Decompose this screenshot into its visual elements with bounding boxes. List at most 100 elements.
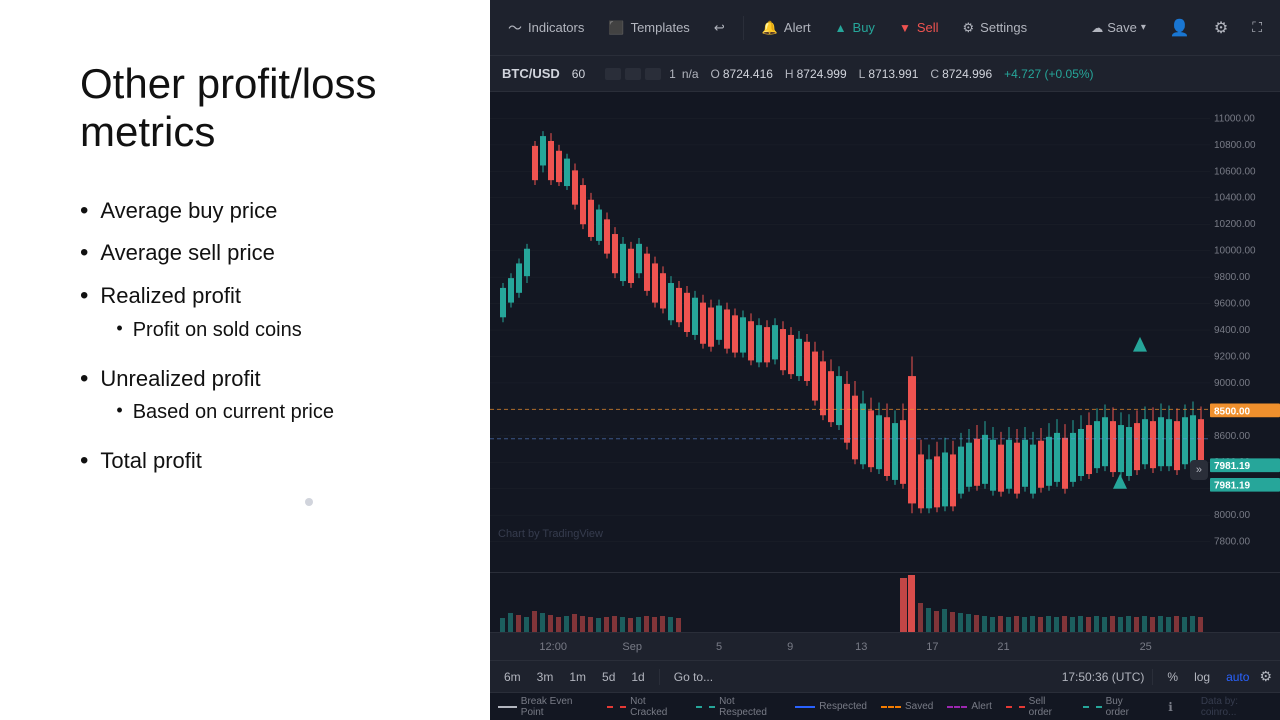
- symbol-bar: BTC/USD 60 1 n/a O 8724.416 H 8724.999 L…: [490, 56, 1280, 92]
- symbol-name[interactable]: BTC/USD: [502, 66, 560, 81]
- sell-button[interactable]: ▼ Sell: [889, 14, 949, 41]
- info-icon[interactable]: ℹ: [1168, 700, 1173, 714]
- legend-respected: Respected: [795, 701, 867, 712]
- svg-text:10600.00: 10600.00: [1214, 166, 1256, 177]
- buy-button[interactable]: ▲ Buy: [825, 14, 885, 41]
- undo-button[interactable]: ↩: [704, 14, 735, 42]
- svg-text:9200.00: 9200.00: [1214, 352, 1251, 363]
- chart-area[interactable]: 11000.00 10800.00 10600.00 10400.00 1020…: [490, 92, 1280, 572]
- candle-ctrl-2[interactable]: [625, 68, 641, 80]
- alert-button[interactable]: 🔔 Alert: [752, 14, 821, 42]
- toolbar: 〜 Indicators ⬛ Templates ↩ 🔔 Alert ▲ Buy…: [490, 0, 1280, 56]
- left-panel: Other profit/lossmetrics Average buy pri…: [0, 0, 490, 720]
- bottom-sep-2: [1152, 669, 1153, 685]
- legend-saved: Saved: [881, 701, 933, 712]
- timeframe-5d[interactable]: 5d: [596, 668, 621, 686]
- right-panel: 〜 Indicators ⬛ Templates ↩ 🔔 Alert ▲ Buy…: [490, 0, 1280, 720]
- alert-label: Alert: [784, 20, 811, 35]
- time-label-1200: 12:00: [539, 641, 567, 653]
- sub-list-label: Based on current price: [133, 399, 334, 425]
- list-item-realized: Realized profit Profit on sold coins: [80, 282, 440, 351]
- timeframe-1m[interactable]: 1m: [563, 668, 592, 686]
- settings-button[interactable]: ⚙ Settings: [953, 14, 1038, 42]
- candle-ctrl-3[interactable]: [645, 68, 661, 80]
- svg-text:10000.00: 10000.00: [1214, 246, 1256, 257]
- high-label: H: [785, 67, 794, 81]
- legend-dash-1: [498, 706, 517, 708]
- svg-text:9600.00: 9600.00: [1214, 299, 1251, 310]
- svg-text:11000.00: 11000.00: [1214, 113, 1255, 124]
- low-label: L: [859, 67, 866, 81]
- open-value: 8724.416: [723, 67, 773, 81]
- bars-value: n/a: [682, 67, 699, 81]
- legend-dash-4: [795, 706, 815, 708]
- list-item-total-profit: Total profit: [80, 447, 440, 476]
- log-button[interactable]: log: [1188, 668, 1216, 686]
- pct-button[interactable]: %: [1161, 668, 1184, 686]
- list-item-label: Realized profit: [100, 283, 241, 308]
- gear-button[interactable]: ⚙: [1204, 12, 1238, 44]
- legend-label-5: Saved: [905, 701, 933, 712]
- close-value: 8724.996: [942, 67, 992, 81]
- timeframe-1d[interactable]: 1d: [625, 668, 650, 686]
- templates-button[interactable]: ⬛ Templates: [598, 14, 699, 42]
- timestamp: 17:50:36 (UTC): [1062, 670, 1145, 684]
- timeframe-6m[interactable]: 6m: [498, 668, 527, 686]
- svg-text:9400.00: 9400.00: [1214, 325, 1251, 336]
- list-item-avg-sell: Average sell price: [80, 239, 440, 268]
- list-item-label: Unrealized profit: [100, 366, 260, 391]
- time-label-9: 9: [787, 641, 793, 653]
- expand-button[interactable]: »: [1190, 460, 1208, 480]
- candle-ctrl-1[interactable]: [605, 68, 621, 80]
- sell-label: Sell: [917, 20, 939, 35]
- settings-gear[interactable]: ⚙: [1259, 668, 1272, 685]
- close-label: C: [930, 67, 939, 81]
- alert-icon: 🔔: [762, 20, 778, 36]
- time-axis: 12:00 Sep 5 9 13 17 21 25: [490, 632, 1280, 660]
- candle-controls: 1 n/a: [605, 67, 698, 81]
- data-by: Data by: coinro...: [1201, 696, 1272, 718]
- fullscreen-button[interactable]: ⛶: [1242, 13, 1272, 42]
- bottom-separator: [659, 669, 660, 685]
- legend-dash-6: [947, 706, 967, 708]
- svg-text:10200.00: 10200.00: [1214, 219, 1256, 230]
- toolbar-divider: [743, 16, 744, 40]
- time-label-21: 21: [997, 641, 1009, 653]
- legend-not-cracked: Not Cracked: [607, 696, 682, 718]
- list-item-unrealized: Unrealized profit Based on current price: [80, 365, 440, 434]
- legend-dash-2: [607, 706, 626, 708]
- low-price: L 8713.991: [859, 67, 919, 81]
- legend-alert: Alert: [947, 701, 992, 712]
- sell-icon: ▼: [899, 21, 911, 35]
- account-button[interactable]: 👤: [1160, 12, 1200, 44]
- open-price: O 8724.416: [711, 67, 773, 81]
- low-value: 8713.991: [868, 67, 918, 81]
- high-price: H 8724.999: [785, 67, 847, 81]
- page-title: Other profit/lossmetrics: [80, 60, 440, 157]
- auto-button[interactable]: auto: [1220, 668, 1255, 686]
- save-icon: ☁: [1091, 21, 1103, 35]
- sub-list-item-sold-coins: Profit on sold coins: [116, 317, 301, 343]
- account-icon: 👤: [1170, 18, 1190, 38]
- list-item-label: Average sell price: [100, 239, 274, 268]
- buy-icon: ▲: [835, 21, 847, 35]
- buy-label: Buy: [853, 20, 875, 35]
- save-button[interactable]: ☁ Save ▾: [1081, 14, 1156, 41]
- templates-label: Templates: [631, 20, 690, 35]
- svg-text:10400.00: 10400.00: [1214, 193, 1256, 204]
- timeframe-3m[interactable]: 3m: [531, 668, 560, 686]
- svg-text:9800.00: 9800.00: [1214, 272, 1251, 283]
- indicators-button[interactable]: 〜 Indicators: [498, 12, 594, 44]
- legend-dash-8: [1083, 706, 1102, 708]
- legend-sell-order: Sell order: [1006, 696, 1069, 718]
- svg-text:9000.00: 9000.00: [1214, 378, 1251, 389]
- goto-button[interactable]: Go to...: [668, 668, 719, 686]
- svg-text:7981.19: 7981.19: [1214, 461, 1251, 472]
- settings-icon: ⚙: [963, 20, 975, 36]
- fullscreen-icon: ⛶: [1252, 19, 1262, 36]
- legend-label-1: Break Even Point: [521, 696, 594, 718]
- chart-svg: 11000.00 10800.00 10600.00 10400.00 1020…: [490, 92, 1280, 572]
- high-value: 8724.999: [797, 67, 847, 81]
- volume-svg: [490, 573, 1280, 633]
- list-item-label: Total profit: [100, 447, 202, 476]
